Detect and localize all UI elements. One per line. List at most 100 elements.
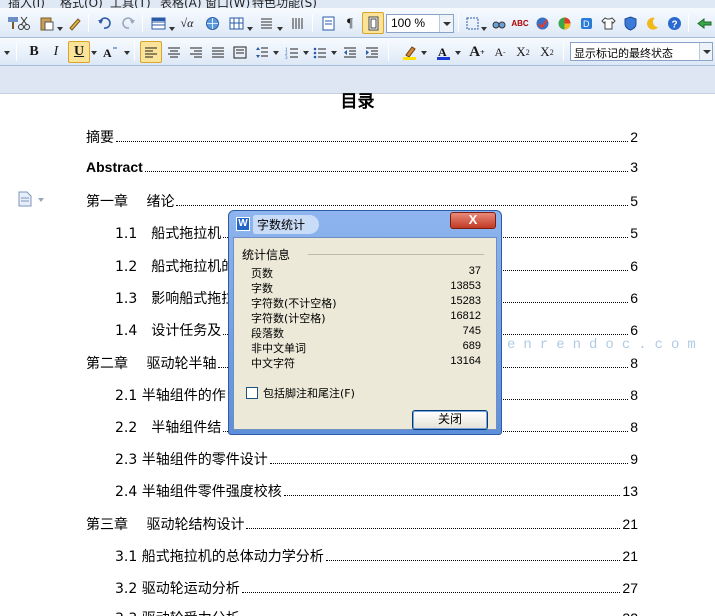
toc-row[interactable]: Abstract 3	[86, 159, 638, 179]
justify-icon[interactable]	[208, 41, 228, 63]
review-icon[interactable]	[532, 12, 552, 34]
highlight-icon[interactable]	[398, 41, 420, 63]
undo-icon[interactable]	[94, 12, 114, 34]
hyperlink-icon[interactable]	[202, 12, 222, 34]
highlight-dropdown-icon[interactable]	[421, 51, 427, 55]
columns-dropdown-icon[interactable]	[277, 27, 283, 31]
insert-table-icon[interactable]	[226, 12, 246, 34]
help-icon[interactable]: ?	[664, 12, 684, 34]
find-icon[interactable]	[488, 12, 508, 34]
stat-row: 页数 37	[251, 265, 481, 280]
table-dropdown-icon[interactable]	[169, 27, 175, 31]
stat-row: 字符数(不计空格) 15283	[251, 295, 481, 310]
word-count-dialog: W 字数统计 X 统计信息 页数 37 字数 13853 字符数(不计空格) 1…	[228, 210, 502, 435]
zoom-select[interactable]: 100 %	[386, 14, 454, 33]
spellcheck-icon[interactable]: ABC	[510, 12, 530, 34]
moon-icon[interactable]	[642, 12, 662, 34]
drawing-icon[interactable]	[286, 12, 308, 34]
italic-button[interactable]: I	[46, 41, 66, 63]
font-color-icon[interactable]: A	[432, 41, 454, 63]
separator	[142, 14, 143, 32]
grow-font-icon[interactable]: A +	[466, 41, 488, 63]
toc-page: 3	[630, 159, 638, 175]
formula-icon[interactable]: √α	[176, 12, 198, 34]
include-notes-checkbox[interactable]: 包括脚注和尾注(F)	[246, 385, 355, 400]
font-size-dropdown-icon[interactable]	[4, 51, 10, 55]
underline-button[interactable]: U	[68, 41, 90, 63]
increase-indent-icon[interactable]	[362, 41, 382, 63]
dictionary-icon[interactable]: D	[576, 12, 596, 34]
select-dropdown-icon[interactable]	[481, 27, 487, 31]
line-spacing-icon[interactable]	[252, 41, 272, 63]
numbering-dropdown-icon[interactable]	[303, 51, 309, 55]
menu-item-special[interactable]: 特色功能(S)	[252, 0, 317, 8]
select-object-icon[interactable]	[462, 12, 482, 34]
decrease-indent-icon[interactable]	[340, 41, 360, 63]
cut-icon[interactable]	[14, 12, 34, 34]
toc-page: 8	[630, 419, 638, 435]
toc-page: 21	[622, 548, 638, 564]
toc-row[interactable]: 第一章 绪论 5	[86, 191, 638, 211]
insert-table-dropdown-icon[interactable]	[247, 27, 253, 31]
superscript-icon[interactable]: X2	[512, 41, 534, 63]
color-wheel-icon[interactable]	[554, 12, 574, 34]
toc-row[interactable]: 2.3 半轴组件的零件设计 9	[115, 449, 638, 469]
clothes-icon[interactable]	[598, 12, 618, 34]
document-map-icon[interactable]	[318, 12, 338, 34]
toc-page: 13	[622, 483, 638, 499]
underline-dropdown-icon[interactable]	[91, 51, 97, 55]
close-dialog-button[interactable]: 关闭	[412, 410, 488, 430]
subscript-icon[interactable]: X2	[536, 41, 558, 63]
back-arrow-icon[interactable]	[693, 12, 715, 34]
char-dropdown-icon[interactable]	[124, 51, 130, 55]
shield-icon[interactable]	[620, 12, 640, 34]
stat-value: 745	[462, 325, 481, 337]
menu-item-table[interactable]: 表格(A)	[160, 0, 202, 8]
toc-page: 5	[630, 193, 638, 209]
table-insert-icon[interactable]	[148, 12, 168, 34]
menu-item-window[interactable]: 窗口(W)	[205, 0, 250, 8]
paragraph-mark-icon[interactable]: ¶	[340, 12, 360, 34]
dialog-titlebar[interactable]: W 字数统计 X	[229, 211, 501, 237]
toc-title: 2.4 半轴组件零件强度校核	[115, 484, 282, 500]
toc-row[interactable]: 3.3 驱动轮受力分析 32	[115, 608, 638, 616]
numbering-icon[interactable]: 123	[282, 41, 302, 63]
redo-icon[interactable]	[118, 12, 138, 34]
toc-page: 32	[622, 610, 638, 616]
toc-row[interactable]: 3.1 船式拖拉机的总体动力学分析 21	[115, 546, 638, 566]
markup-dropdown-icon[interactable]	[699, 43, 712, 60]
toc-row[interactable]: 2.4 半轴组件零件强度校核 13	[115, 481, 638, 501]
bold-button[interactable]: B	[24, 41, 44, 63]
spacing-dropdown-icon[interactable]	[273, 51, 279, 55]
shrink-font-icon[interactable]: A-	[490, 41, 510, 63]
bullets-icon[interactable]	[310, 41, 330, 63]
align-right-icon[interactable]	[186, 41, 206, 63]
margin-dropdown-icon[interactable]	[38, 198, 44, 202]
distribute-icon[interactable]	[230, 41, 250, 63]
stat-label: 字数	[251, 282, 273, 295]
align-left-icon[interactable]	[140, 41, 162, 63]
char-border-icon[interactable]: A	[98, 41, 122, 63]
menu-item-format[interactable]: 格式(O)	[60, 0, 103, 8]
markup-view-select[interactable]: 显示标记的最终状态	[570, 42, 713, 61]
paste-icon[interactable]	[36, 12, 56, 34]
toc-row[interactable]: 摘要 2	[86, 127, 638, 147]
paste-dropdown-icon[interactable]	[57, 27, 63, 31]
menu-item-tools[interactable]: 工具(T)	[110, 0, 151, 8]
checkbox-box[interactable]	[246, 386, 258, 399]
toc-row[interactable]: 3.2 驱动轮运动分析 27	[115, 578, 638, 598]
toc-title: 3.3 驱动轮受力分析	[115, 608, 240, 616]
toc-title: 第二章 驱动轮半轴	[86, 356, 217, 372]
bullets-dropdown-icon[interactable]	[331, 51, 337, 55]
align-center-icon[interactable]	[164, 41, 184, 63]
font-color-dropdown-icon[interactable]	[455, 51, 461, 55]
page-margin-icon[interactable]	[18, 191, 32, 207]
close-button[interactable]: X	[450, 212, 496, 229]
menu-item-insert[interactable]: 插入(I)	[8, 0, 45, 8]
zoom-dropdown-icon[interactable]	[439, 15, 453, 32]
toc-row[interactable]: 第三章 驱动轮结构设计 21	[86, 514, 638, 534]
brush-icon[interactable]	[64, 12, 84, 34]
columns-icon[interactable]	[256, 12, 276, 34]
page-view-icon[interactable]	[362, 12, 384, 34]
toc-page: 6	[630, 322, 638, 338]
